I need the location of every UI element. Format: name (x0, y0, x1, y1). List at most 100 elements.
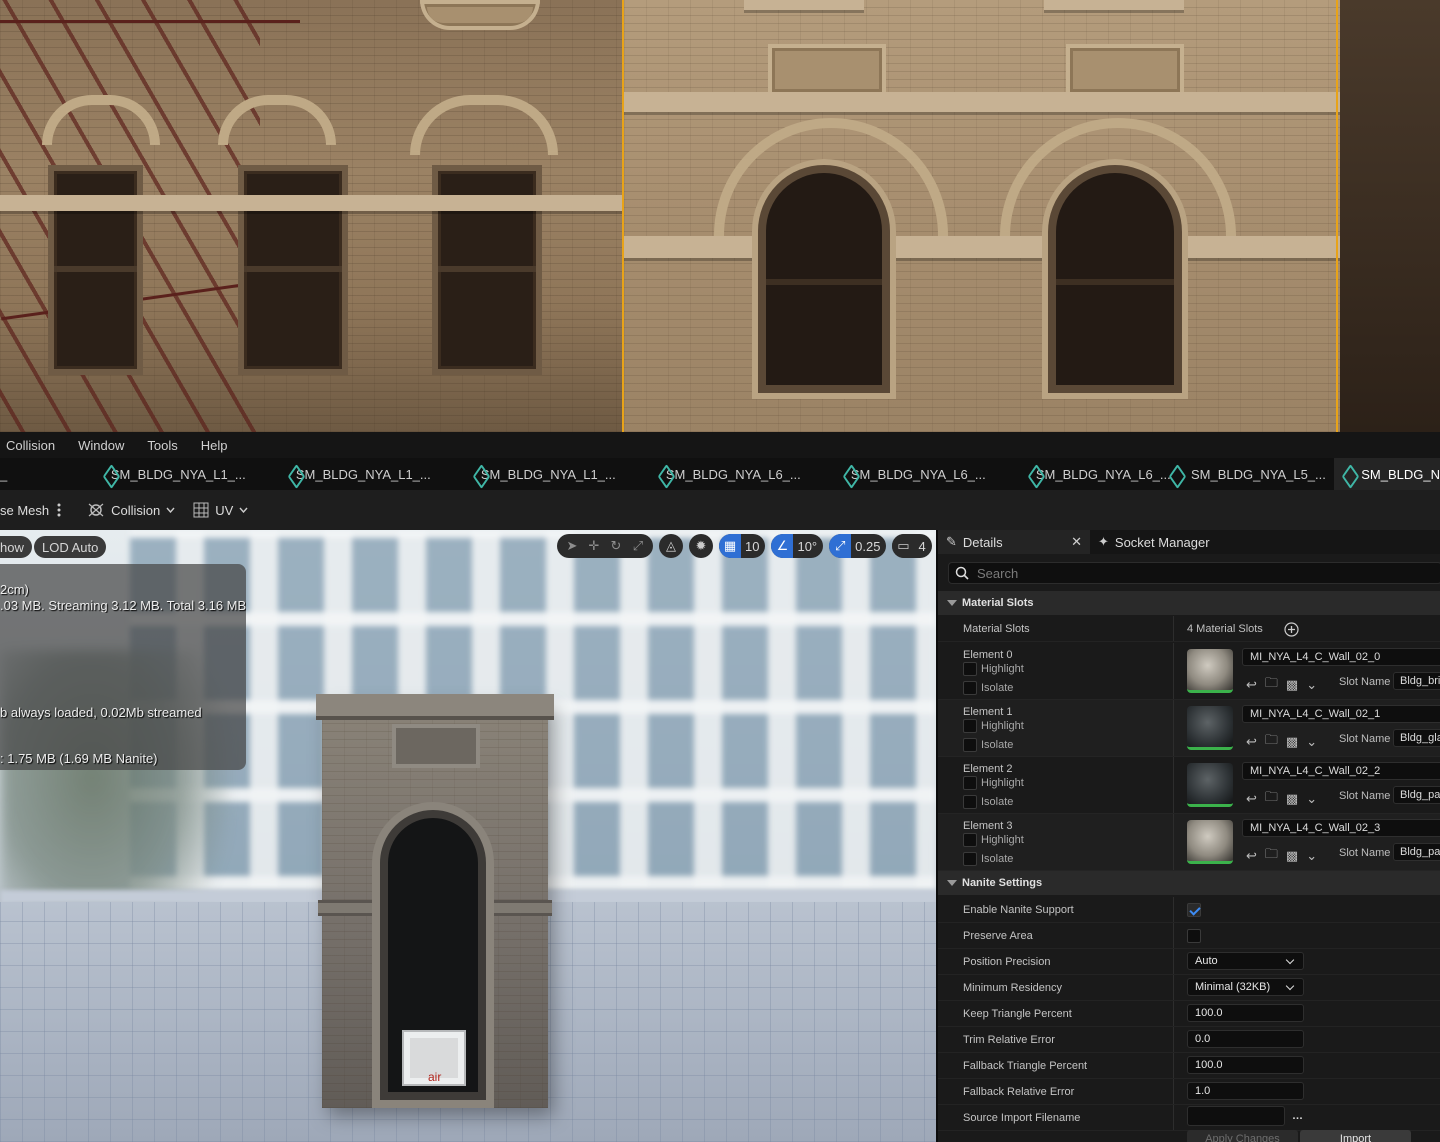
tab-socket-manager[interactable]: ✦ Socket Manager (1090, 530, 1218, 554)
highlight-option[interactable]: Highlight (963, 776, 1024, 790)
min-residency-select[interactable]: Minimal (32KB) (1187, 978, 1304, 996)
highlight-checkbox[interactable] (963, 833, 977, 847)
isolate-option[interactable]: Isolate (963, 852, 1013, 866)
static-mesh-preview[interactable]: air (316, 694, 554, 1108)
slot-name-input[interactable]: Bldg_bric (1393, 672, 1440, 690)
import-button[interactable]: Import (1300, 1130, 1411, 1142)
slot-name-input[interactable]: Bldg_pair (1393, 843, 1440, 861)
use-selected-icon[interactable]: ↩ (1246, 677, 1257, 693)
use-selected-icon[interactable]: ↩ (1246, 791, 1257, 807)
checker-icon[interactable]: ▩ (1286, 848, 1298, 864)
position-precision-select[interactable]: Auto (1187, 952, 1304, 970)
slot-name-input[interactable]: Bldg_pair (1393, 786, 1440, 804)
enable-nanite-checkbox[interactable] (1187, 903, 1201, 917)
browse-folder-icon[interactable]: 🗀 (1265, 674, 1278, 696)
asset-tab[interactable]: SM_BLDG_NYA_L6_... (791, 458, 986, 490)
show-menu-button[interactable]: how (0, 536, 32, 558)
preserve-area-checkbox[interactable] (1187, 929, 1201, 943)
fallback-error-input[interactable]: 1.0 (1187, 1082, 1304, 1100)
section-nanite-settings[interactable]: Nanite Settings (938, 871, 1440, 895)
selected-building-facade[interactable] (624, 0, 1340, 432)
browse-folder-icon[interactable]: 🗀 (1265, 788, 1278, 810)
apply-changes-button[interactable]: Apply Changes (1187, 1130, 1298, 1142)
element-title: Element 0 (963, 649, 1013, 661)
checker-icon[interactable]: ▩ (1286, 734, 1298, 750)
highlight-option[interactable]: Highlight (963, 719, 1024, 733)
asset-tab[interactable]: SM_BLDG_NYA_L6_... (606, 458, 801, 490)
cornice (744, 0, 864, 10)
menu-help[interactable]: Help (201, 438, 228, 453)
coord-system-button[interactable]: ◬ (659, 534, 683, 558)
chevron-down-icon[interactable]: ⌄ (1306, 848, 1317, 864)
material-thumbnail[interactable] (1187, 763, 1233, 807)
menu-window[interactable]: Window (78, 438, 124, 453)
section-material-slots[interactable]: Material Slots (938, 591, 1440, 615)
rotate-mode-icon[interactable]: ↻ (607, 537, 625, 555)
checker-icon[interactable]: ▩ (1286, 791, 1298, 807)
collision-dropdown[interactable]: Collision (87, 502, 175, 518)
isolate-checkbox[interactable] (963, 795, 977, 809)
select-mode-icon[interactable]: ➤ (563, 537, 581, 555)
asset-tab[interactable]: SM_BLDG_NYA_L6_... (976, 458, 1171, 490)
column-divider (1173, 1079, 1174, 1104)
highlight-label: Highlight (981, 834, 1024, 846)
asset-tab[interactable]: SM_BLDG_NYA_L1_... (51, 458, 246, 490)
browse-folder-icon[interactable]: 🗀 (1265, 845, 1278, 867)
highlight-option[interactable]: Highlight (963, 833, 1024, 847)
mesh-editor-viewport[interactable]: air how LOD Auto 2cm) .03 MB. Streaming … (0, 530, 936, 1142)
chevron-down-icon[interactable]: ⌄ (1306, 791, 1317, 807)
translate-mode-icon[interactable]: ✛ (585, 537, 603, 555)
material-thumbnail[interactable] (1187, 820, 1233, 864)
slot-name-input[interactable]: Bldg_glas (1393, 729, 1440, 747)
material-thumbnail[interactable] (1187, 649, 1233, 693)
menu-tools[interactable]: Tools (147, 438, 177, 453)
surface-snap-button[interactable]: ✹ (689, 534, 713, 558)
uv-dropdown[interactable]: UV (193, 502, 248, 518)
checker-icon[interactable]: ▩ (1286, 677, 1298, 693)
material-asset-picker[interactable]: MI_NYA_L4_C_Wall_02_2 (1242, 762, 1440, 780)
level-viewport-top[interactable] (0, 0, 1440, 432)
camera-speed-button[interactable]: ▭ 4 (892, 534, 932, 558)
isolate-option[interactable]: Isolate (963, 738, 1013, 752)
keep-triangle-input[interactable]: 100.0 (1187, 1004, 1304, 1022)
asset-tab[interactable]: SM_BLDG_NYA_L5_... (1161, 458, 1334, 490)
isolate-option[interactable]: Isolate (963, 681, 1013, 695)
asset-tab[interactable]: _ (0, 458, 51, 490)
menu-collision[interactable]: Collision (6, 438, 55, 453)
asset-tab[interactable]: SM_BLDG_NYA_L1_... (236, 458, 431, 490)
more-options-icon[interactable] (57, 503, 61, 517)
material-asset-picker[interactable]: MI_NYA_L4_C_Wall_02_3 (1242, 819, 1440, 837)
rotation-snap-toggle[interactable]: ∠ 10° (771, 534, 824, 558)
material-asset-picker[interactable]: MI_NYA_L4_C_Wall_02_0 (1242, 648, 1440, 666)
isolate-checkbox[interactable] (963, 738, 977, 752)
grid-snap-toggle[interactable]: ▦ 10 (719, 534, 766, 558)
asset-tab-active[interactable]: SM_BLDG_N (1334, 458, 1440, 490)
isolate-checkbox[interactable] (963, 852, 977, 866)
material-thumbnail[interactable] (1187, 706, 1233, 750)
close-icon[interactable]: ✕ (1071, 534, 1082, 550)
browse-ellipsis-icon[interactable]: … (1292, 1110, 1303, 1122)
base-mesh-button[interactable]: se Mesh (0, 503, 49, 518)
browse-folder-icon[interactable]: 🗀 (1265, 731, 1278, 753)
trim-error-input[interactable]: 0.0 (1187, 1030, 1304, 1048)
use-selected-icon[interactable]: ↩ (1246, 848, 1257, 864)
lod-menu-button[interactable]: LOD Auto (34, 536, 107, 558)
tab-details[interactable]: ✎ Details ✕ (938, 530, 1090, 554)
chevron-down-icon[interactable]: ⌄ (1306, 677, 1317, 693)
scale-snap-toggle[interactable]: ⤢ 0.25 (829, 534, 887, 558)
highlight-checkbox[interactable] (963, 776, 977, 790)
add-slot-icon[interactable] (1284, 622, 1299, 637)
asset-tab[interactable]: SM_BLDG_NYA_L1_... (421, 458, 616, 490)
isolate-option[interactable]: Isolate (963, 795, 1013, 809)
details-search-input[interactable]: Search (948, 562, 1440, 584)
isolate-checkbox[interactable] (963, 681, 977, 695)
highlight-checkbox[interactable] (963, 719, 977, 733)
material-asset-picker[interactable]: MI_NYA_L4_C_Wall_02_1 (1242, 705, 1440, 723)
scale-mode-icon[interactable]: ⤢ (629, 537, 647, 555)
source-import-input[interactable] (1187, 1106, 1285, 1126)
fallback-triangle-input[interactable]: 100.0 (1187, 1056, 1304, 1074)
highlight-option[interactable]: Highlight (963, 662, 1024, 676)
use-selected-icon[interactable]: ↩ (1246, 734, 1257, 750)
chevron-down-icon[interactable]: ⌄ (1306, 734, 1317, 750)
highlight-checkbox[interactable] (963, 662, 977, 676)
